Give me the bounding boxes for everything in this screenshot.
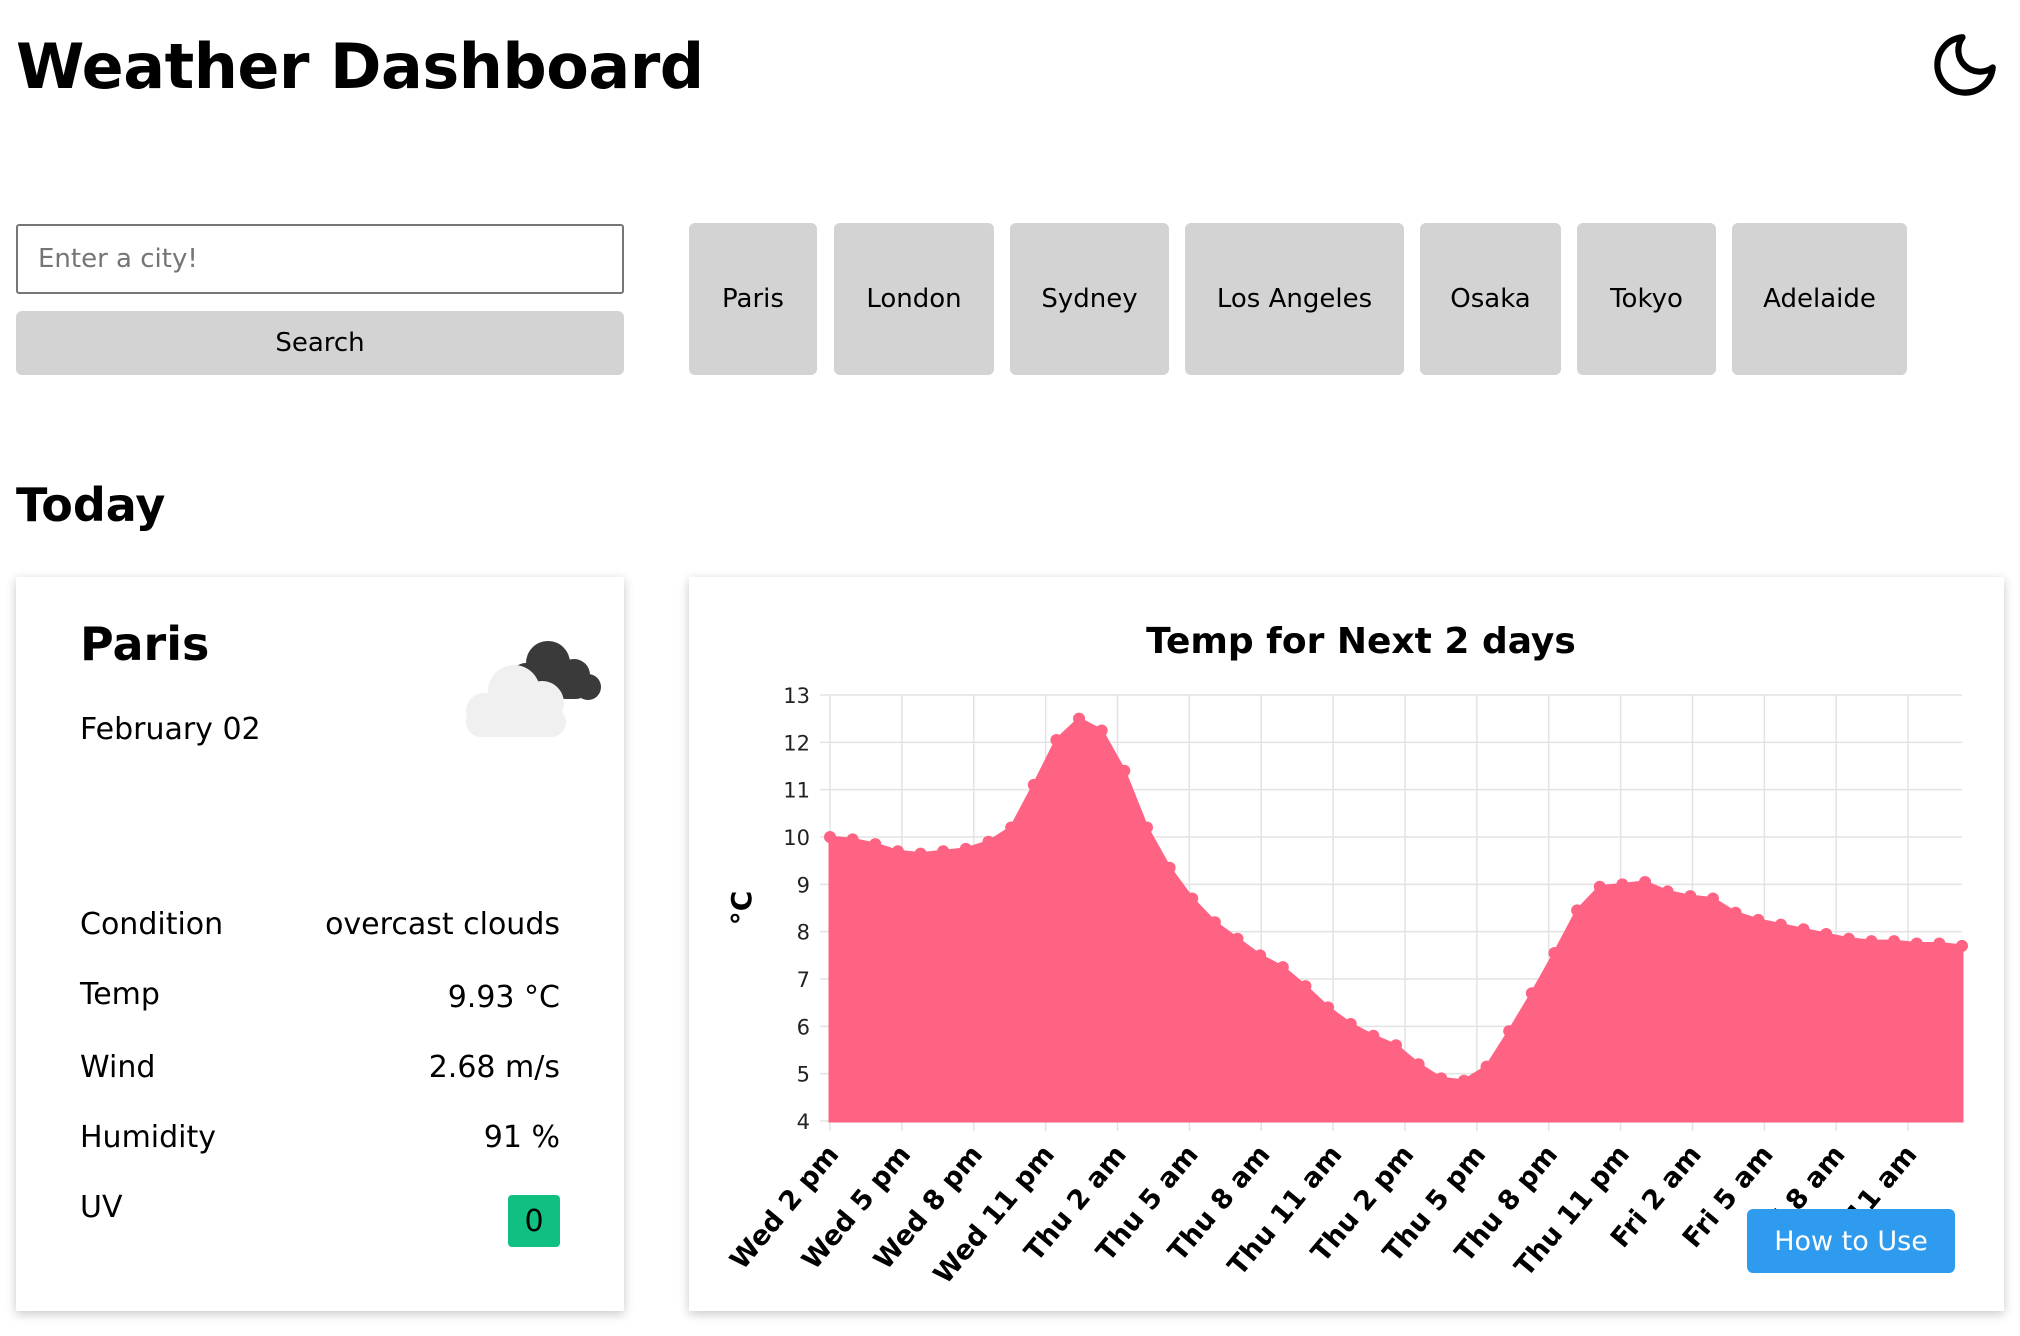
- data-point: [1095, 724, 1108, 737]
- chart-card: Temp for Next 2 days °C 4 5 6 7 8 9 10 11 12 13 Wed …: [689, 577, 2004, 1311]
- data-point: [1276, 961, 1289, 974]
- data-point: [1322, 1001, 1335, 1014]
- y-tick-label: 13: [783, 684, 810, 708]
- y-tick-label: 12: [783, 731, 810, 755]
- data-point: [1367, 1029, 1380, 1042]
- data-point: [1344, 1017, 1357, 1030]
- data-point: [1910, 937, 1923, 950]
- data-point: [1412, 1058, 1425, 1071]
- city-button-los-angeles[interactable]: Los Angeles: [1185, 223, 1404, 375]
- data-point: [1956, 939, 1968, 952]
- y-tick-label: 8: [797, 921, 810, 945]
- y-tick-label: 10: [783, 826, 810, 850]
- data-point: [1390, 1039, 1402, 1052]
- data-point: [1435, 1072, 1448, 1085]
- y-tick-label: 6: [797, 1015, 810, 1039]
- uv-label: UV: [80, 1190, 123, 1225]
- y-tick-label: 11: [783, 779, 810, 803]
- temp-label: Temp: [80, 977, 160, 1012]
- data-point: [1163, 861, 1176, 874]
- wind-value: 2.68 m/s: [428, 1050, 560, 1085]
- city-button-london[interactable]: London: [834, 223, 994, 375]
- chart-title: Temp for Next 2 days: [1146, 621, 1576, 662]
- data-point: [1639, 875, 1652, 888]
- data-point: [1118, 764, 1131, 777]
- condition-value: overcast clouds: [325, 907, 560, 942]
- data-point: [1186, 892, 1199, 905]
- data-point: [1593, 880, 1606, 893]
- data-point: [1616, 878, 1629, 891]
- search-button[interactable]: Search: [16, 311, 624, 375]
- uv-badge: 0: [508, 1195, 560, 1247]
- data-point: [824, 831, 836, 843]
- data-point: [937, 845, 950, 858]
- temp-value: 9.93 °C: [447, 980, 560, 1015]
- humidity-value: 91 %: [483, 1120, 560, 1155]
- y-tick-label: 7: [797, 968, 810, 992]
- data-point: [1842, 932, 1855, 945]
- data-point: [1208, 916, 1221, 929]
- data-point: [1457, 1074, 1470, 1087]
- data-point: [1525, 987, 1538, 1000]
- data-point: [1933, 937, 1946, 950]
- y-tick-label: 5: [797, 1063, 810, 1087]
- city-button-tokyo[interactable]: Tokyo: [1577, 223, 1716, 375]
- data-point: [1073, 712, 1086, 725]
- data-point: [1140, 821, 1153, 834]
- data-point: [1774, 918, 1787, 931]
- data-point: [1706, 892, 1719, 905]
- data-point: [1888, 935, 1901, 948]
- data-point: [1005, 821, 1018, 834]
- data-point: [914, 847, 927, 860]
- section-title-today: Today: [16, 478, 166, 532]
- data-point: [1661, 885, 1674, 898]
- data-point: [869, 838, 882, 851]
- data-point: [959, 842, 972, 855]
- data-point: [846, 833, 859, 846]
- data-point: [1797, 923, 1810, 936]
- wind-label: Wind: [80, 1050, 156, 1085]
- data-point: [1299, 980, 1312, 993]
- city-name: Paris: [80, 617, 210, 671]
- temperature-area: [828, 716, 1964, 1123]
- data-point: [982, 835, 995, 848]
- data-point: [1254, 949, 1267, 962]
- city-button-paris[interactable]: Paris: [689, 223, 817, 375]
- data-point: [1548, 946, 1561, 959]
- data-point: [1865, 935, 1878, 948]
- data-point: [1231, 932, 1244, 945]
- y-tick-label: 4: [797, 1110, 810, 1134]
- how-to-use-button[interactable]: How to Use: [1747, 1209, 1955, 1273]
- city-button-sydney[interactable]: Sydney: [1010, 223, 1169, 375]
- y-tick-label: 9: [797, 873, 810, 897]
- today-card: Paris February 02 Condition overcast clo…: [16, 577, 624, 1311]
- data-point: [1752, 913, 1765, 926]
- data-point: [1571, 904, 1584, 917]
- data-point: [1050, 733, 1063, 746]
- data-point: [1480, 1060, 1493, 1073]
- humidity-label: Humidity: [80, 1120, 217, 1155]
- y-axis-label: °C: [725, 891, 758, 926]
- date: February 02: [80, 712, 261, 747]
- temperature-chart: Temp for Next 2 days°C45678910111213Wed …: [724, 621, 1968, 1290]
- condition-label: Condition: [80, 907, 224, 942]
- moon-icon[interactable]: [1928, 28, 2002, 102]
- page-title: Weather Dashboard: [16, 30, 704, 103]
- search-input[interactable]: [16, 224, 624, 294]
- city-button-osaka[interactable]: Osaka: [1420, 223, 1561, 375]
- data-point: [1820, 928, 1833, 941]
- overcast-clouds-icon: [448, 631, 608, 741]
- data-point: [891, 845, 904, 858]
- data-point: [1729, 906, 1742, 919]
- data-point: [1503, 1025, 1516, 1038]
- data-point: [1027, 778, 1040, 791]
- data-point: [1684, 890, 1697, 903]
- city-button-adelaide[interactable]: Adelaide: [1732, 223, 1907, 375]
